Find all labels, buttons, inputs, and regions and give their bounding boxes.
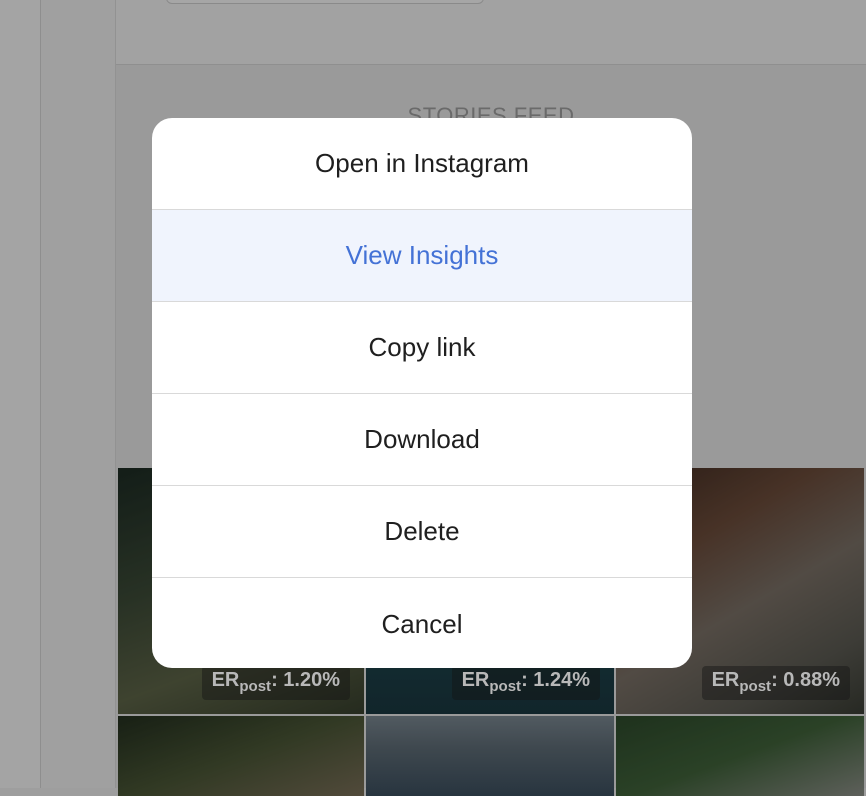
engagement-rate-badge: ERpost: 1.24% bbox=[451, 666, 600, 700]
top-input-field[interactable] bbox=[166, 0, 484, 4]
er-value: : 1.24% bbox=[521, 669, 590, 691]
post-tile[interactable] bbox=[366, 716, 614, 796]
er-sub: post bbox=[489, 678, 522, 695]
dim-overlay bbox=[616, 716, 864, 796]
download-button[interactable]: Download bbox=[152, 394, 692, 486]
er-sub: post bbox=[239, 678, 272, 695]
open-in-instagram-button[interactable]: Open in Instagram bbox=[152, 118, 692, 210]
dim-overlay bbox=[118, 716, 364, 796]
view-insights-button[interactable]: View Insights bbox=[152, 210, 692, 302]
er-sub: post bbox=[739, 678, 772, 695]
post-tile[interactable] bbox=[118, 716, 364, 796]
dim-overlay bbox=[366, 716, 614, 796]
er-label: ER bbox=[211, 669, 240, 691]
post-tile[interactable] bbox=[616, 716, 864, 796]
delete-button[interactable]: Delete bbox=[152, 486, 692, 578]
top-panel bbox=[116, 0, 866, 65]
er-label: ER bbox=[711, 669, 740, 691]
engagement-rate-badge: ERpost: 1.20% bbox=[201, 666, 350, 700]
er-value: : 0.88% bbox=[771, 669, 840, 691]
er-value: : 1.20% bbox=[271, 669, 340, 691]
cancel-button[interactable]: Cancel bbox=[152, 578, 692, 668]
copy-link-button[interactable]: Copy link bbox=[152, 302, 692, 394]
left-sidebar bbox=[0, 0, 41, 788]
secondary-rail bbox=[41, 0, 116, 788]
engagement-rate-badge: ERpost: 0.88% bbox=[701, 666, 850, 700]
action-sheet: Open in Instagram View Insights Copy lin… bbox=[152, 118, 692, 668]
er-label: ER bbox=[461, 669, 490, 691]
